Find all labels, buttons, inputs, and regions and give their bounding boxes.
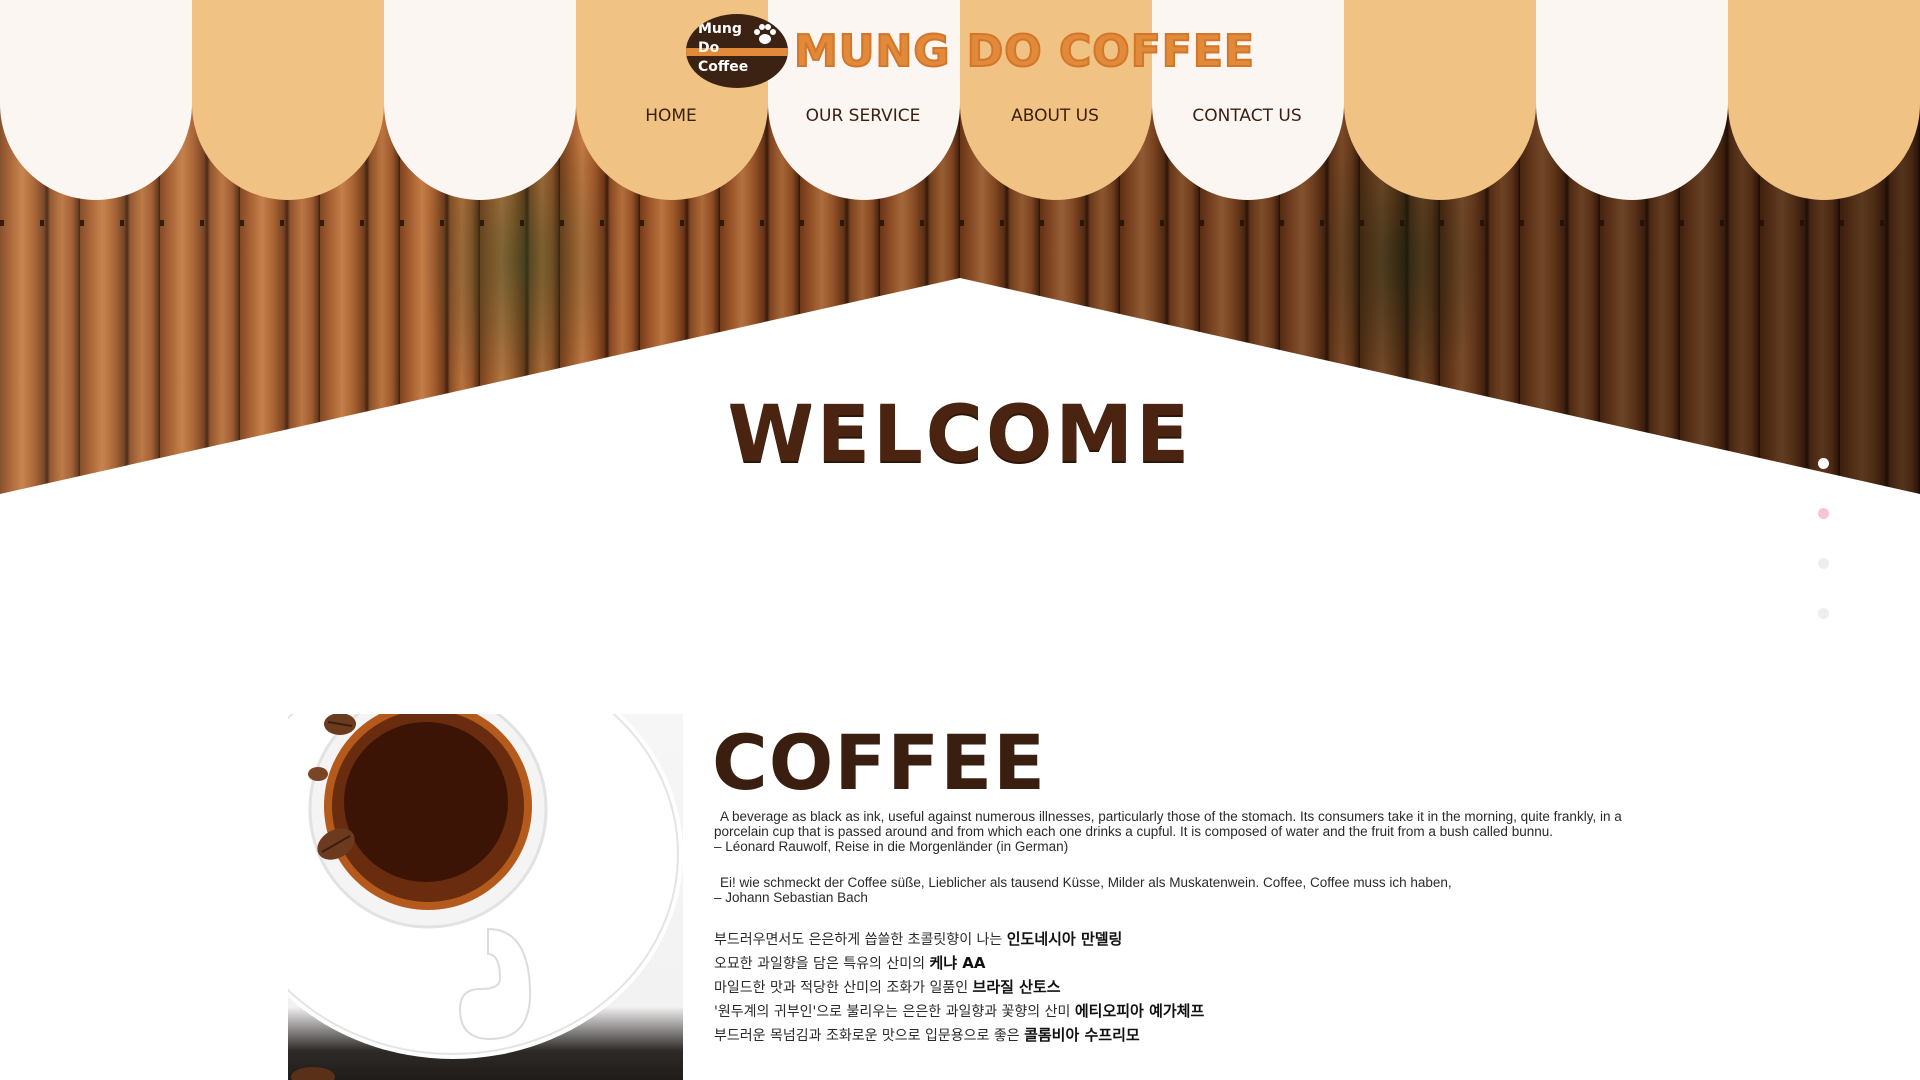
brand[interactable]: Mung Do Coffee MUNG DO COFFEE — [686, 14, 1255, 88]
coffee-cup-image — [288, 714, 683, 1080]
bean-name: 콜롬비아 수프리모 — [1024, 1026, 1140, 1044]
logo-text: Mung Do Coffee — [698, 20, 748, 77]
bean-description: 마일드한 맛과 적당한 산미의 조화가 일품인 — [714, 980, 973, 996]
slider-dot[interactable] — [1818, 458, 1829, 469]
coffee-cup-illustration — [288, 714, 683, 1080]
bean-list-item: '원두계의 귀부인'으로 불리우는 은은한 과일향과 꽃향의 산미 에티오피아 … — [714, 999, 1614, 1024]
bean-list-item: 마일드한 맛과 적당한 산미의 조화가 일품인 브라질 산토스 — [714, 975, 1614, 1000]
quote-text: A beverage as black as ink, useful again… — [714, 809, 1622, 839]
bean-name: 케냐 AA — [929, 954, 986, 972]
quote-author: – Johann Sebastian Bach — [714, 890, 868, 905]
paw-icon — [754, 24, 776, 44]
quote-author: – Léonard Rauwolf, Reise in die Morgenlä… — [714, 839, 1069, 854]
nav-item-our-service[interactable]: OUR SERVICE — [773, 106, 953, 126]
nav-item-contact-us[interactable]: CONTACT US — [1157, 106, 1337, 126]
coffee-heading: COFFEE — [712, 718, 1047, 807]
logo[interactable]: Mung Do Coffee — [686, 14, 788, 88]
slider-dot[interactable] — [1818, 608, 1829, 619]
bean-name: 에티오피아 예가체프 — [1074, 1002, 1205, 1020]
logo-text-line: Mung — [698, 21, 742, 37]
bean-description: 오묘한 과일향을 담은 특유의 산미의 — [714, 956, 930, 972]
bean-name: 인도네시아 만델링 — [1006, 930, 1123, 948]
slider-dot[interactable] — [1818, 508, 1829, 519]
quote-text: Ei! wie schmeckt der Coffee süße, Liebli… — [720, 875, 1452, 890]
nav-item-home[interactable]: HOME — [581, 106, 761, 126]
brand-title: MUNG DO COFFEE — [793, 25, 1255, 78]
bean-name: 브라질 산토스 — [972, 978, 1061, 996]
logo-text-line: Coffee — [698, 59, 749, 75]
bean-description: 부드러우면서도 은은하게 씁쓸한 초콜릿향이 나는 — [714, 932, 1007, 948]
slider-dot[interactable] — [1818, 558, 1829, 569]
welcome-heading: WELCOME — [727, 390, 1193, 480]
bean-list-item: 오묘한 과일향을 담은 특유의 산미의 케냐 AA — [714, 951, 1614, 976]
bean-list-item: 부드러운 목넘김과 조화로운 맛으로 입문용으로 좋은 콜롬비아 수프리모 — [714, 1023, 1614, 1048]
bean-list-item: 부드러우면서도 은은하게 씁쓸한 초콜릿향이 나는 인도네시아 만델링 — [714, 927, 1614, 952]
logo-text-line: Do — [698, 40, 720, 56]
bean-description: '원두계의 귀부인'으로 불리우는 은은한 과일향과 꽃향의 산미 — [714, 1004, 1075, 1020]
nav-item-about-us[interactable]: ABOUT US — [965, 106, 1145, 126]
bean-description: 부드러운 목넘김과 조화로운 맛으로 입문용으로 좋은 — [714, 1028, 1025, 1044]
